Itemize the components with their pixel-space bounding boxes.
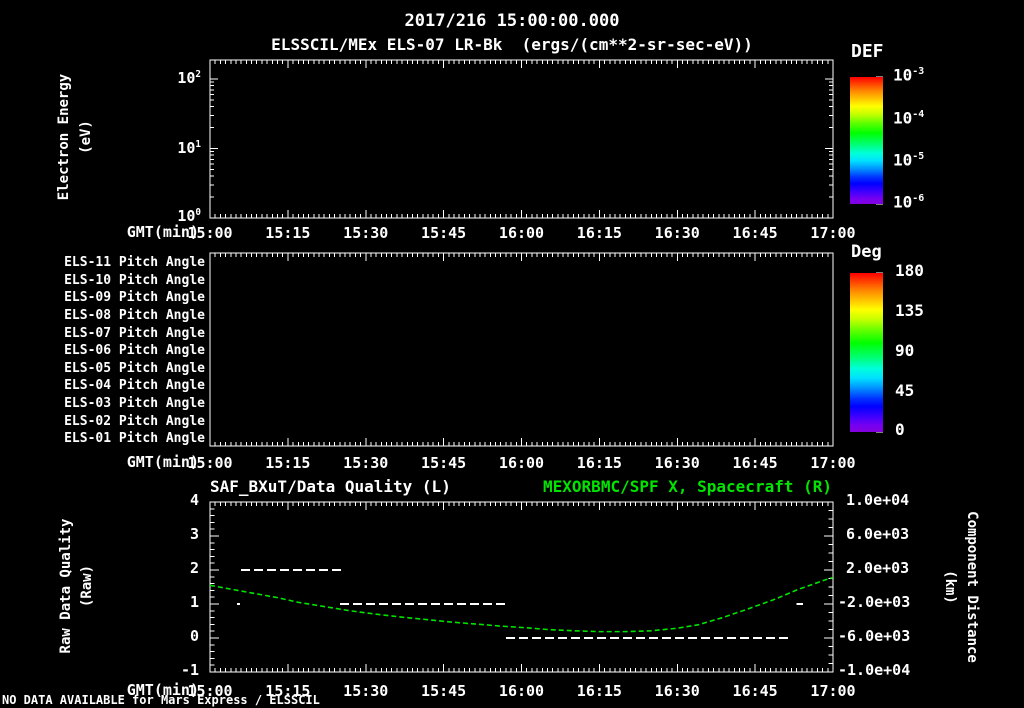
deg-colorbar-tick-label: 180 xyxy=(895,261,924,281)
els-row-label: ELS-04 Pitch Angle xyxy=(64,378,205,394)
science-plot-screen: 2017/216 15:00:00.000 ELSSCIL/MEx ELS-07… xyxy=(0,0,1024,708)
spacecraft-series-title: MEXORBMC/SPF X, Spacecraft (R) xyxy=(543,477,832,496)
distance-tick-label: -1.0e+04 xyxy=(838,661,911,679)
deg-colorbar-tick-label: 0 xyxy=(895,420,905,440)
els-row-label: ELS-03 Pitch Angle xyxy=(64,396,205,411)
distance-tick-label: 6.0e+03 xyxy=(846,525,910,543)
distance-axis-units: (km) xyxy=(942,570,958,604)
quality-tick-label: 4 xyxy=(189,491,199,509)
energy-tick-label: 101 xyxy=(177,138,201,157)
def-colorbar-tick-label: 10-6 xyxy=(893,192,925,212)
def-colorbar-title: DEF xyxy=(851,41,884,62)
deg-colorbar-tick-label: 45 xyxy=(895,380,915,400)
x-tick-label: 17:00 xyxy=(810,224,856,242)
def-colorbar-tick-label: 10-3 xyxy=(893,65,925,85)
distance-tick-label: 1.0e+04 xyxy=(846,491,910,509)
quality-tick-label: 2 xyxy=(189,559,199,577)
quality-tick-label: 1 xyxy=(189,593,199,611)
distance-axis-label: Component Distance xyxy=(964,511,980,663)
def-colorbar xyxy=(850,77,883,204)
energy-tick-label: 102 xyxy=(177,69,201,87)
energy-tick-label: 100 xyxy=(177,207,201,225)
spacecraft-distance-curve xyxy=(209,576,834,633)
plot-frame xyxy=(209,252,834,447)
distance-tick-label: -6.0e+03 xyxy=(838,627,911,645)
els-row-label: ELS-11 Pitch Angle xyxy=(64,255,205,271)
x-tick-label: 17:00 xyxy=(810,454,856,472)
deg-colorbar-title: Deg xyxy=(851,242,882,262)
deg-colorbar-tick-label: 90 xyxy=(895,340,915,360)
def-colorbar-tick-label: 10-5 xyxy=(893,150,925,170)
els-row-label: ELS-07 Pitch Angle xyxy=(64,325,205,341)
els-row-label: ELS-01 Pitch Angle xyxy=(64,431,205,447)
els-row-label: ELS-09 Pitch Angle xyxy=(64,290,205,306)
plot-frame xyxy=(209,501,834,673)
quality-tick-label: -1 xyxy=(180,661,199,679)
els-row-label: ELS-08 Pitch Angle xyxy=(64,308,205,323)
plot-frame xyxy=(209,59,834,219)
distance-tick-label: 2.0e+03 xyxy=(846,559,910,577)
quality-series-title: SAF_BXuT/Data Quality (L) xyxy=(210,477,451,496)
deg-colorbar-tick-label: 135 xyxy=(895,301,924,321)
page-title: 2017/216 15:00:00.000 xyxy=(404,11,620,31)
els-row-label: ELS-05 Pitch Angle xyxy=(64,360,205,376)
def-colorbar-tick-label: 10-4 xyxy=(893,108,925,128)
quality-tick-label: 3 xyxy=(189,525,199,543)
els-row-label: ELS-02 Pitch Angle xyxy=(64,413,205,429)
els-row-label: ELS-10 Pitch Angle xyxy=(64,272,205,288)
quality-tick-label: 0 xyxy=(189,627,199,645)
x-tick-label: 17:00 xyxy=(810,682,856,700)
deg-colorbar xyxy=(850,273,883,432)
distance-tick-label: -2.0e+03 xyxy=(838,593,911,611)
els-row-label: ELS-06 Pitch Angle xyxy=(64,343,205,359)
